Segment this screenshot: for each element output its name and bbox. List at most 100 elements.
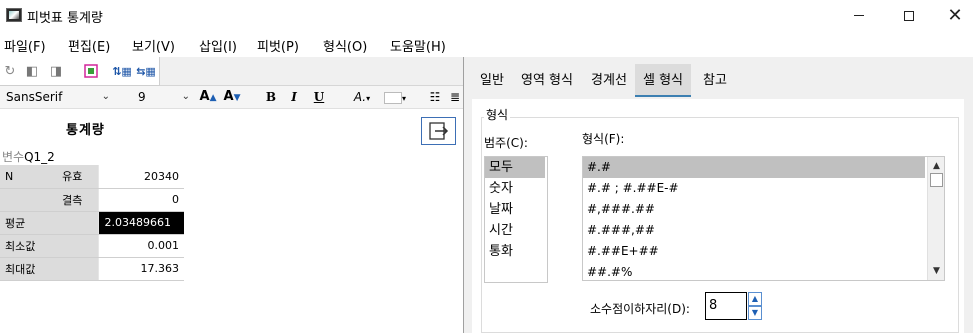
pivot-back-icon[interactable]: ◧ bbox=[23, 63, 41, 79]
statistics-table: N 유효 20340 결측 0 평균 2.03489661 최소값 0.001 … bbox=[0, 165, 184, 281]
row-subheader[interactable] bbox=[47, 234, 98, 258]
category-list[interactable]: 모두 숫자 날짜 시간 통화 bbox=[484, 156, 548, 283]
shrink-font-button[interactable]: A▼ bbox=[222, 89, 242, 105]
font-family-select[interactable]: SansSerif ⌄ bbox=[2, 88, 112, 106]
table-row: N 유효 20340 bbox=[0, 165, 184, 189]
undo-icon[interactable]: ↻ bbox=[1, 63, 19, 79]
title-bar: 피벗표 통계량 ✕ bbox=[0, 0, 973, 31]
decimal-places-label: 소수점이하자리(D): bbox=[590, 302, 690, 316]
menu-format[interactable]: 형식(O) bbox=[323, 36, 367, 55]
menu-insert[interactable]: 삽입(I) bbox=[199, 36, 237, 55]
table-cell[interactable]: 17.363 bbox=[97, 257, 184, 281]
swap-rows-icon[interactable]: ⇅▦ bbox=[112, 63, 132, 79]
table-cell[interactable]: 0.001 bbox=[97, 234, 184, 258]
arrow-down-icon: ▼ bbox=[233, 93, 241, 103]
table-cell[interactable]: 20340 bbox=[97, 165, 184, 189]
tab-cell-format[interactable]: 셀 형식 bbox=[635, 64, 691, 97]
tab-area-format[interactable]: 영역 형식 bbox=[514, 64, 580, 97]
menu-bar: 파일(F) 편집(E) 보기(V) 삽입(I) 피벗(P) 형식(O) 도움말(… bbox=[0, 31, 973, 57]
chevron-down-icon: ⌄ bbox=[101, 91, 110, 102]
list-item[interactable]: ##.#% bbox=[583, 262, 925, 280]
row-header[interactable] bbox=[0, 188, 47, 212]
grow-font-button[interactable]: A▲ bbox=[198, 89, 218, 105]
category-label: 범주(C): bbox=[484, 136, 528, 150]
menu-edit[interactable]: 편집(E) bbox=[68, 36, 110, 55]
dropdown-arrow-icon: ▾ bbox=[401, 94, 406, 103]
format-list-scrollbar[interactable]: ▲ ▼ bbox=[927, 157, 944, 280]
list-item[interactable]: 시간 bbox=[485, 220, 547, 241]
row-subheader[interactable]: 결측 bbox=[47, 188, 98, 212]
pivot-forward-icon[interactable]: ◨ bbox=[47, 63, 65, 79]
chevron-up-icon[interactable]: ▲ bbox=[929, 159, 944, 173]
spin-down-button[interactable]: ▼ bbox=[748, 306, 762, 320]
row-subheader[interactable] bbox=[47, 211, 98, 235]
table-row: 최소값 0.001 bbox=[0, 234, 184, 258]
table-cell-selected[interactable]: 2.03489661 bbox=[97, 211, 184, 235]
menu-pivot[interactable]: 피벗(P) bbox=[257, 36, 299, 55]
list-item[interactable]: #.###,## bbox=[583, 220, 925, 241]
variable-name: Q1_2 bbox=[24, 150, 55, 164]
table-title: 통계량 bbox=[66, 123, 105, 138]
row-header[interactable]: N bbox=[0, 165, 47, 189]
background-color-button[interactable]: ▾ bbox=[380, 89, 410, 105]
background-color-icon bbox=[383, 91, 402, 104]
list-item[interactable]: #,###.## bbox=[583, 199, 925, 220]
table-row: 결측 0 bbox=[0, 188, 184, 212]
align-right-icon[interactable]: ☷ bbox=[427, 89, 443, 105]
menu-view[interactable]: 보기(V) bbox=[132, 36, 175, 55]
decimal-places-input[interactable]: 8 bbox=[705, 292, 747, 320]
list-item[interactable]: 날짜 bbox=[485, 199, 547, 220]
chevron-down-icon: ⌄ bbox=[181, 91, 190, 102]
format-toolbar: SansSerif ⌄ 9 ⌄ A▲ A▼ B I U A.▾ ▾ ☷ ≣ bbox=[0, 86, 463, 109]
grow-font-label: A bbox=[199, 89, 210, 104]
swap-columns-icon[interactable]: ⇆▦ bbox=[136, 63, 156, 79]
text-color-icon: A. bbox=[353, 90, 367, 104]
list-item[interactable]: #.# bbox=[583, 157, 925, 178]
row-header[interactable]: 최대값 bbox=[0, 257, 47, 281]
pivot-toolbar: ↻ ◧ ◨ ⇅▦ ⇆▦ bbox=[0, 57, 463, 86]
dropdown-arrow-icon: ▾ bbox=[366, 94, 371, 103]
row-subheader[interactable]: 유효 bbox=[47, 165, 98, 189]
arrow-up-icon: ▲ bbox=[209, 93, 217, 103]
row-header[interactable]: 최소값 bbox=[0, 234, 47, 258]
list-item[interactable]: #.# ; #.##E-# bbox=[583, 178, 925, 199]
close-button[interactable]: ✕ bbox=[932, 0, 973, 31]
variable-label: 변수Q1_2 bbox=[2, 148, 55, 165]
chevron-down-icon[interactable]: ▼ bbox=[929, 264, 944, 278]
minimize-icon bbox=[854, 15, 864, 16]
row-subheader[interactable] bbox=[47, 257, 98, 281]
list-item[interactable]: 모두 bbox=[485, 157, 545, 178]
font-family-value: SansSerif bbox=[6, 90, 63, 104]
underline-button[interactable]: U bbox=[311, 89, 327, 105]
scrollbar-thumb[interactable] bbox=[930, 173, 943, 187]
table-row: 평균 2.03489661 bbox=[0, 211, 184, 235]
tab-general[interactable]: 일반 bbox=[472, 64, 512, 97]
bold-button[interactable]: B bbox=[263, 89, 279, 105]
tab-borders[interactable]: 경계선 bbox=[582, 64, 636, 97]
list-item[interactable]: #.##E+## bbox=[583, 241, 925, 262]
tab-notes[interactable]: 참고 bbox=[695, 64, 735, 97]
export-button[interactable] bbox=[421, 117, 456, 145]
maximize-icon bbox=[904, 10, 914, 21]
table-row: 최대값 17.363 bbox=[0, 257, 184, 281]
italic-button[interactable]: I bbox=[286, 89, 302, 105]
close-icon: ✕ bbox=[947, 5, 963, 26]
format-list[interactable]: #.# #.# ; #.##E-# #,###.## #.###,## #.##… bbox=[582, 156, 945, 281]
properties-pane: 일반 영역 형식 경계선 셀 형식 참고 형식 범주(C): 형식(F): 모두… bbox=[464, 57, 973, 333]
maximize-button[interactable] bbox=[886, 0, 932, 31]
row-header[interactable]: 평균 bbox=[0, 211, 47, 235]
menu-help[interactable]: 도움말(H) bbox=[390, 36, 446, 55]
menu-file[interactable]: 파일(F) bbox=[4, 36, 46, 55]
list-item[interactable]: 숫자 bbox=[485, 178, 547, 199]
pivot-toolbar-group: ↻ ◧ ◨ ⇅▦ ⇆▦ bbox=[0, 57, 160, 86]
pivot-trays-icon[interactable] bbox=[82, 63, 100, 79]
spin-up-button[interactable]: ▲ bbox=[748, 292, 762, 306]
align-justify-icon[interactable]: ≣ bbox=[447, 89, 463, 105]
text-color-button[interactable]: A.▾ bbox=[348, 89, 376, 105]
list-item[interactable]: 통화 bbox=[485, 241, 547, 262]
table-cell[interactable]: 0 bbox=[97, 188, 184, 212]
minimize-button[interactable] bbox=[836, 0, 882, 31]
app-icon bbox=[6, 8, 22, 22]
font-size-select[interactable]: 9 ⌄ bbox=[134, 88, 192, 106]
export-icon bbox=[428, 122, 448, 140]
